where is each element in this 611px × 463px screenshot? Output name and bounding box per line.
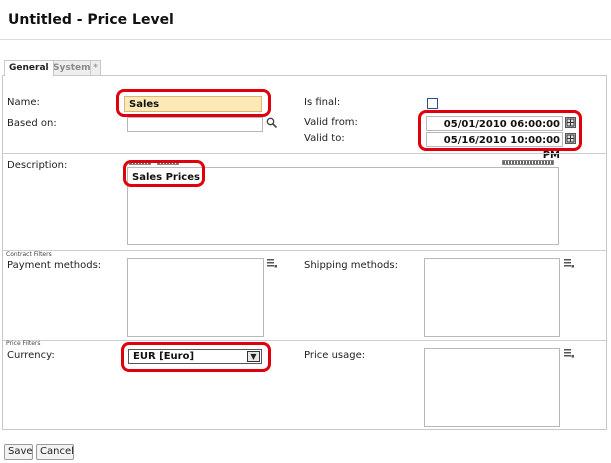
price-filters-heading: Price Filters <box>6 340 41 347</box>
divider <box>3 153 606 154</box>
tab-system[interactable]: System <box>48 60 96 75</box>
valid-to-label: Valid to: <box>304 133 345 144</box>
description-highlight-ring <box>123 160 205 187</box>
tab-more[interactable]: * <box>90 60 101 75</box>
shipping-methods-label: Shipping methods: <box>304 260 398 271</box>
price-usage-label: Price usage: <box>304 350 366 361</box>
search-icon[interactable] <box>266 117 277 128</box>
name-highlight-ring <box>116 89 271 117</box>
price-usage-list[interactable] <box>424 348 560 427</box>
name-label: Name: <box>7 97 40 108</box>
contract-filters-heading: Contract Filters <box>6 251 52 258</box>
valid-dates-highlight-ring <box>418 110 582 151</box>
is-final-label: Is final: <box>304 97 341 108</box>
list-icon[interactable] <box>564 259 574 268</box>
payment-methods-label: Payment methods: <box>7 260 102 271</box>
title-bar: Untitled - Price Level <box>0 0 611 40</box>
payment-methods-list[interactable] <box>127 258 264 337</box>
tab-general[interactable]: General <box>4 60 54 76</box>
list-icon[interactable] <box>267 259 277 268</box>
currency-highlight-ring <box>121 342 271 372</box>
editor-toolbar-icon[interactable] <box>502 160 554 165</box>
valid-from-label: Valid from: <box>304 117 358 128</box>
is-final-checkbox[interactable] <box>427 98 438 109</box>
based-on-label: Based on: <box>7 118 57 129</box>
based-on-input[interactable] <box>127 117 263 132</box>
divider <box>3 250 606 251</box>
page-title: Untitled - Price Level <box>8 12 174 28</box>
save-button[interactable]: Save <box>4 444 33 460</box>
shipping-methods-list[interactable] <box>424 258 560 337</box>
list-icon[interactable] <box>564 349 574 358</box>
cancel-button[interactable]: Cancel <box>36 444 74 460</box>
description-label: Description: <box>7 160 68 171</box>
currency-label: Currency: <box>7 350 55 361</box>
divider <box>3 340 606 341</box>
